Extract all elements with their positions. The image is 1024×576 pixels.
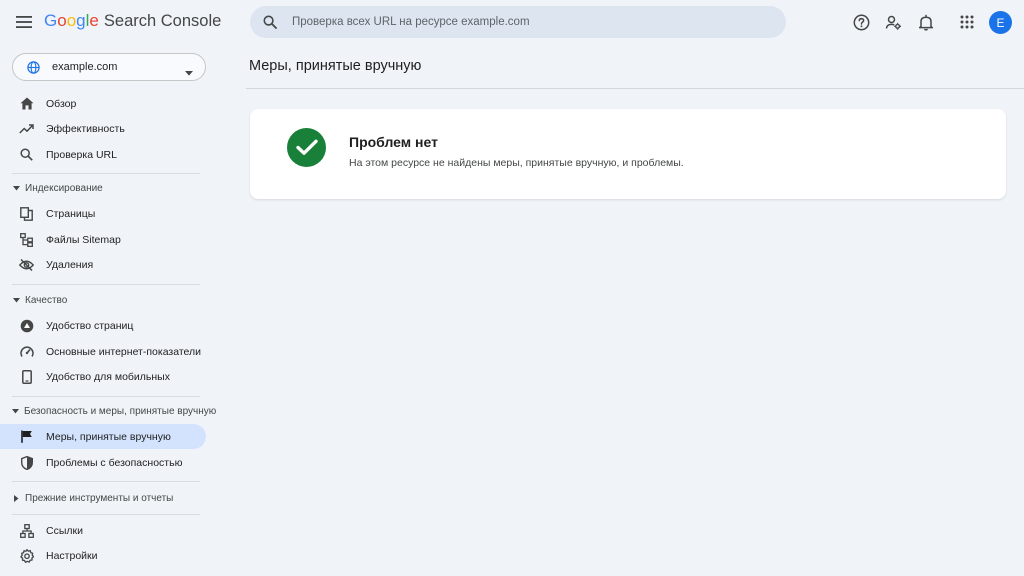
sidebar-item-label: Настройки — [46, 549, 98, 562]
sidebar-item-label: Эффективность — [46, 122, 125, 135]
status-title: Проблем нет — [349, 134, 438, 150]
sidebar-item-label: Файлы Sitemap — [46, 233, 121, 246]
sidebar-divider — [12, 396, 200, 397]
gauge-icon — [19, 344, 34, 359]
flag-icon — [19, 429, 34, 444]
mobile-icon — [19, 369, 34, 384]
sidebar-item-page-experience[interactable]: Удобство страниц — [0, 313, 206, 338]
expand-arrow-down-icon — [12, 296, 20, 304]
section-legacy-toggle[interactable]: Прежние инструменты и отчеты — [0, 488, 206, 508]
sidebar-item-url-inspection[interactable]: Проверка URL — [0, 142, 206, 167]
sidebar-item-label: Страницы — [46, 207, 96, 220]
section-security-toggle[interactable]: Безопасность и меры, принятые вручную — [0, 401, 216, 421]
logo-letter-4: g — [76, 11, 86, 30]
notifications-icon — [918, 14, 934, 31]
sidebar-divider — [12, 481, 200, 482]
top-app-bar: G o o g l e Search Console Проверка всех… — [0, 0, 1024, 44]
url-inspection-search[interactable] — [250, 6, 786, 38]
property-selector[interactable]: example.com — [12, 53, 206, 81]
expand-arrow-right-icon — [12, 494, 20, 502]
search-icon — [262, 14, 278, 30]
help-icon — [853, 14, 869, 30]
sidebar-item-label: Обзор — [46, 97, 77, 110]
sidebar-item-manual-actions[interactable]: Меры, принятые вручную — [0, 424, 206, 449]
section-title: Безопасность и меры, принятые вручную — [24, 405, 217, 417]
header-divider — [246, 88, 1024, 89]
sidebar-item-sitemaps[interactable]: Файлы Sitemap — [0, 227, 206, 252]
sidebar-item-mobile-usability[interactable]: Удобство для мобильных — [0, 364, 206, 389]
logo-letter-1: G — [44, 11, 58, 30]
sidebar-navigation: example.com Обзор Эффективность Проверка… — [0, 44, 220, 576]
sidebar-item-settings[interactable]: Настройки — [0, 543, 206, 568]
globe-icon — [27, 60, 40, 74]
removals-icon — [19, 257, 34, 272]
sidebar-item-security-issues[interactable]: Проблемы с безопасностью — [0, 450, 206, 475]
sidebar-divider — [12, 284, 200, 285]
sidebar-item-performance[interactable]: Эффективность — [0, 116, 206, 141]
sidebar-divider — [12, 173, 200, 174]
sidebar-item-label: Удаления — [46, 258, 94, 271]
section-indexing-toggle[interactable]: Индексирование — [0, 178, 206, 198]
sidebar-item-label: Проблемы с безопасностью — [46, 456, 183, 469]
links-icon — [19, 523, 34, 538]
search-console-logo[interactable]: G o o g l e Search Console — [44, 11, 221, 33]
home-icon — [19, 96, 34, 111]
sidebar-item-core-web-vitals[interactable]: Основные интернет-показатели — [0, 339, 206, 364]
sidebar-item-overview[interactable]: Обзор — [0, 91, 206, 116]
logo-letter-2: o — [57, 11, 67, 30]
main-menu-button[interactable] — [12, 10, 36, 34]
settings-icon — [19, 548, 34, 563]
status-card: Проблем нет На этом ресурсе не найдены м… — [250, 109, 1006, 199]
account-avatar[interactable]: E — [989, 11, 1012, 34]
sidebar-item-removals[interactable]: Удаления — [0, 252, 206, 277]
section-title: Качество — [25, 294, 68, 306]
expand-arrow-down-icon — [12, 407, 19, 415]
expand-arrow-down-icon — [12, 184, 20, 192]
sidebar-item-label: Удобство для мобильных — [46, 370, 170, 383]
sidebar-item-label: Меры, принятые вручную — [46, 430, 171, 443]
help-button[interactable] — [850, 11, 872, 33]
logo-letter-6: e — [89, 11, 99, 30]
apps-grid-icon — [960, 15, 974, 29]
section-title: Прежние инструменты и отчеты — [25, 492, 174, 504]
status-description: На этом ресурсе не найдены меры, приняты… — [349, 157, 684, 169]
search-input[interactable] — [292, 16, 772, 28]
section-title: Индексирование — [25, 182, 103, 194]
property-name: example.com — [52, 61, 118, 73]
manage-users-icon — [885, 15, 901, 30]
sidebar-divider — [12, 514, 200, 515]
sidebar-item-label: Основные интернет-показатели — [46, 345, 202, 358]
sidebar-item-links[interactable]: Ссылки — [0, 518, 206, 543]
dropdown-arrow-icon — [185, 63, 193, 81]
sidebar-item-label: Удобство страниц — [46, 319, 134, 332]
logo-letter-3: o — [66, 11, 77, 30]
page-title: Меры, принятые вручную — [249, 58, 422, 74]
shield-icon — [19, 455, 34, 470]
pages-icon — [19, 206, 34, 221]
search-icon — [19, 147, 34, 162]
sidebar-item-label: Проверка URL — [46, 148, 117, 161]
manage-users-button[interactable] — [882, 11, 904, 33]
sitemap-icon — [19, 232, 34, 247]
trending-icon — [19, 121, 34, 136]
page-experience-icon — [19, 318, 34, 333]
check-circle-icon — [287, 128, 326, 167]
hamburger-menu-icon — [16, 16, 32, 28]
section-quality-toggle[interactable]: Качество — [0, 290, 206, 310]
apps-button[interactable] — [956, 11, 978, 33]
sidebar-item-label: Ссылки — [46, 524, 83, 537]
sidebar-item-pages[interactable]: Страницы — [0, 201, 206, 226]
notifications-button[interactable] — [915, 11, 937, 33]
product-name: Search Console — [103, 12, 222, 30]
